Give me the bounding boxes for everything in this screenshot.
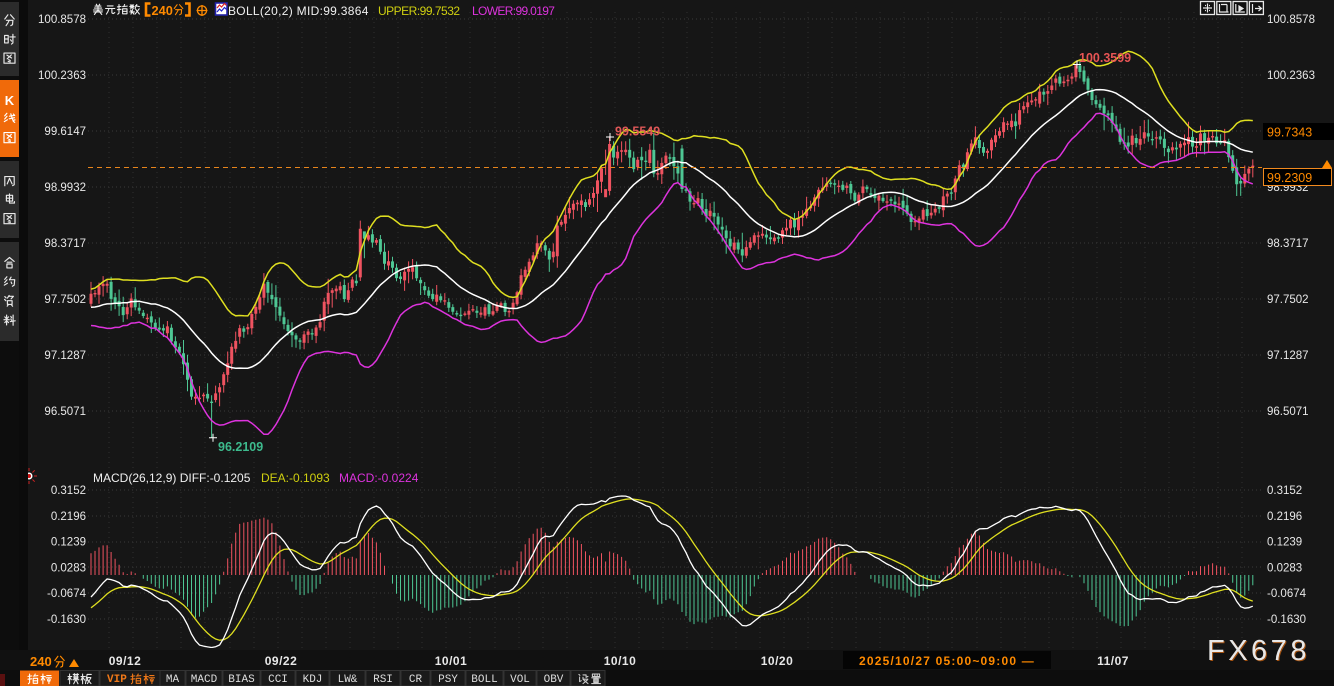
svg-text:99.7343: 99.7343 [1267,126,1312,140]
svg-text:-0.0674: -0.0674 [1267,588,1307,600]
svg-text:BOLL(20,2) MID:99.3864: BOLL(20,2) MID:99.3864 [228,4,369,18]
svg-text:97.7502: 97.7502 [44,294,86,306]
svg-text:0.1239: 0.1239 [51,537,86,549]
svg-text:0.0283: 0.0283 [1267,562,1302,574]
svg-text:100.3599: 100.3599 [1079,51,1131,65]
svg-text:K: K [5,93,15,108]
svg-text:LOWER:99.0197: LOWER:99.0197 [472,4,555,18]
svg-text:LW&: LW& [338,674,358,686]
svg-text:-0.0674: -0.0674 [47,588,87,600]
svg-text:0.3152: 0.3152 [1267,485,1302,497]
svg-text:CCI: CCI [268,674,288,686]
svg-text:97.1287: 97.1287 [44,350,86,362]
svg-text:100.2363: 100.2363 [38,70,86,82]
svg-text:98.3717: 98.3717 [1267,238,1309,250]
svg-text:2025/10/27 05:00~09:00 —: 2025/10/27 05:00~09:00 — [859,654,1035,668]
svg-text:0.3152: 0.3152 [51,485,86,497]
svg-text:97.7502: 97.7502 [1267,294,1309,306]
svg-text:96.2109: 96.2109 [218,440,263,454]
svg-text:MACD(26,12,9) DIFF:-0.1205: MACD(26,12,9) DIFF:-0.1205 [93,471,251,485]
svg-text:100.2363: 100.2363 [1267,70,1315,82]
svg-text:-0.1630: -0.1630 [1267,614,1306,626]
svg-text:BOLL: BOLL [471,674,497,686]
svg-text:-0.1630: -0.1630 [47,614,86,626]
svg-text:0.2196: 0.2196 [51,511,86,523]
svg-text:VOL: VOL [510,674,530,686]
svg-text:10/10: 10/10 [604,654,637,668]
svg-text:0.2196: 0.2196 [1267,511,1302,523]
svg-text:0.1239: 0.1239 [1267,537,1302,549]
svg-text:0.0283: 0.0283 [51,562,86,574]
svg-text:98.3717: 98.3717 [44,238,86,250]
svg-text:97.1287: 97.1287 [1267,350,1309,362]
svg-text:09/22: 09/22 [265,654,298,668]
svg-text:PSY: PSY [438,674,458,686]
svg-text:09/12: 09/12 [109,654,142,668]
svg-text:100.8578: 100.8578 [1267,14,1315,26]
svg-text:RSI: RSI [373,674,393,686]
svg-text:MA: MA [166,674,180,686]
svg-text:UPPER:99.7532: UPPER:99.7532 [378,4,460,18]
svg-text:240: 240 [152,3,173,18]
svg-text:100.8578: 100.8578 [38,14,86,26]
svg-text:10/01: 10/01 [435,654,468,668]
svg-text:240: 240 [30,654,52,669]
svg-text:99.2309: 99.2309 [1267,171,1312,185]
svg-text:KDJ: KDJ [303,674,323,686]
svg-text:MACD:-0.0224: MACD:-0.0224 [339,471,419,485]
svg-text:10/20: 10/20 [761,654,794,668]
svg-text:96.5071: 96.5071 [1267,406,1309,418]
svg-text:99.6147: 99.6147 [44,126,86,138]
svg-text:11/07: 11/07 [1097,654,1129,668]
svg-text:OBV: OBV [544,674,564,686]
svg-text:98.9932: 98.9932 [44,182,86,194]
svg-text:CR: CR [409,674,423,686]
svg-text:FX678: FX678 [1207,635,1310,667]
svg-text:99.5549: 99.5549 [615,125,660,139]
svg-text:BIAS: BIAS [228,674,255,686]
svg-text:DEA:-0.1093: DEA:-0.1093 [261,471,330,485]
svg-text:MACD: MACD [191,674,218,686]
svg-text:VIP: VIP [107,674,127,686]
svg-text:96.5071: 96.5071 [44,406,86,418]
